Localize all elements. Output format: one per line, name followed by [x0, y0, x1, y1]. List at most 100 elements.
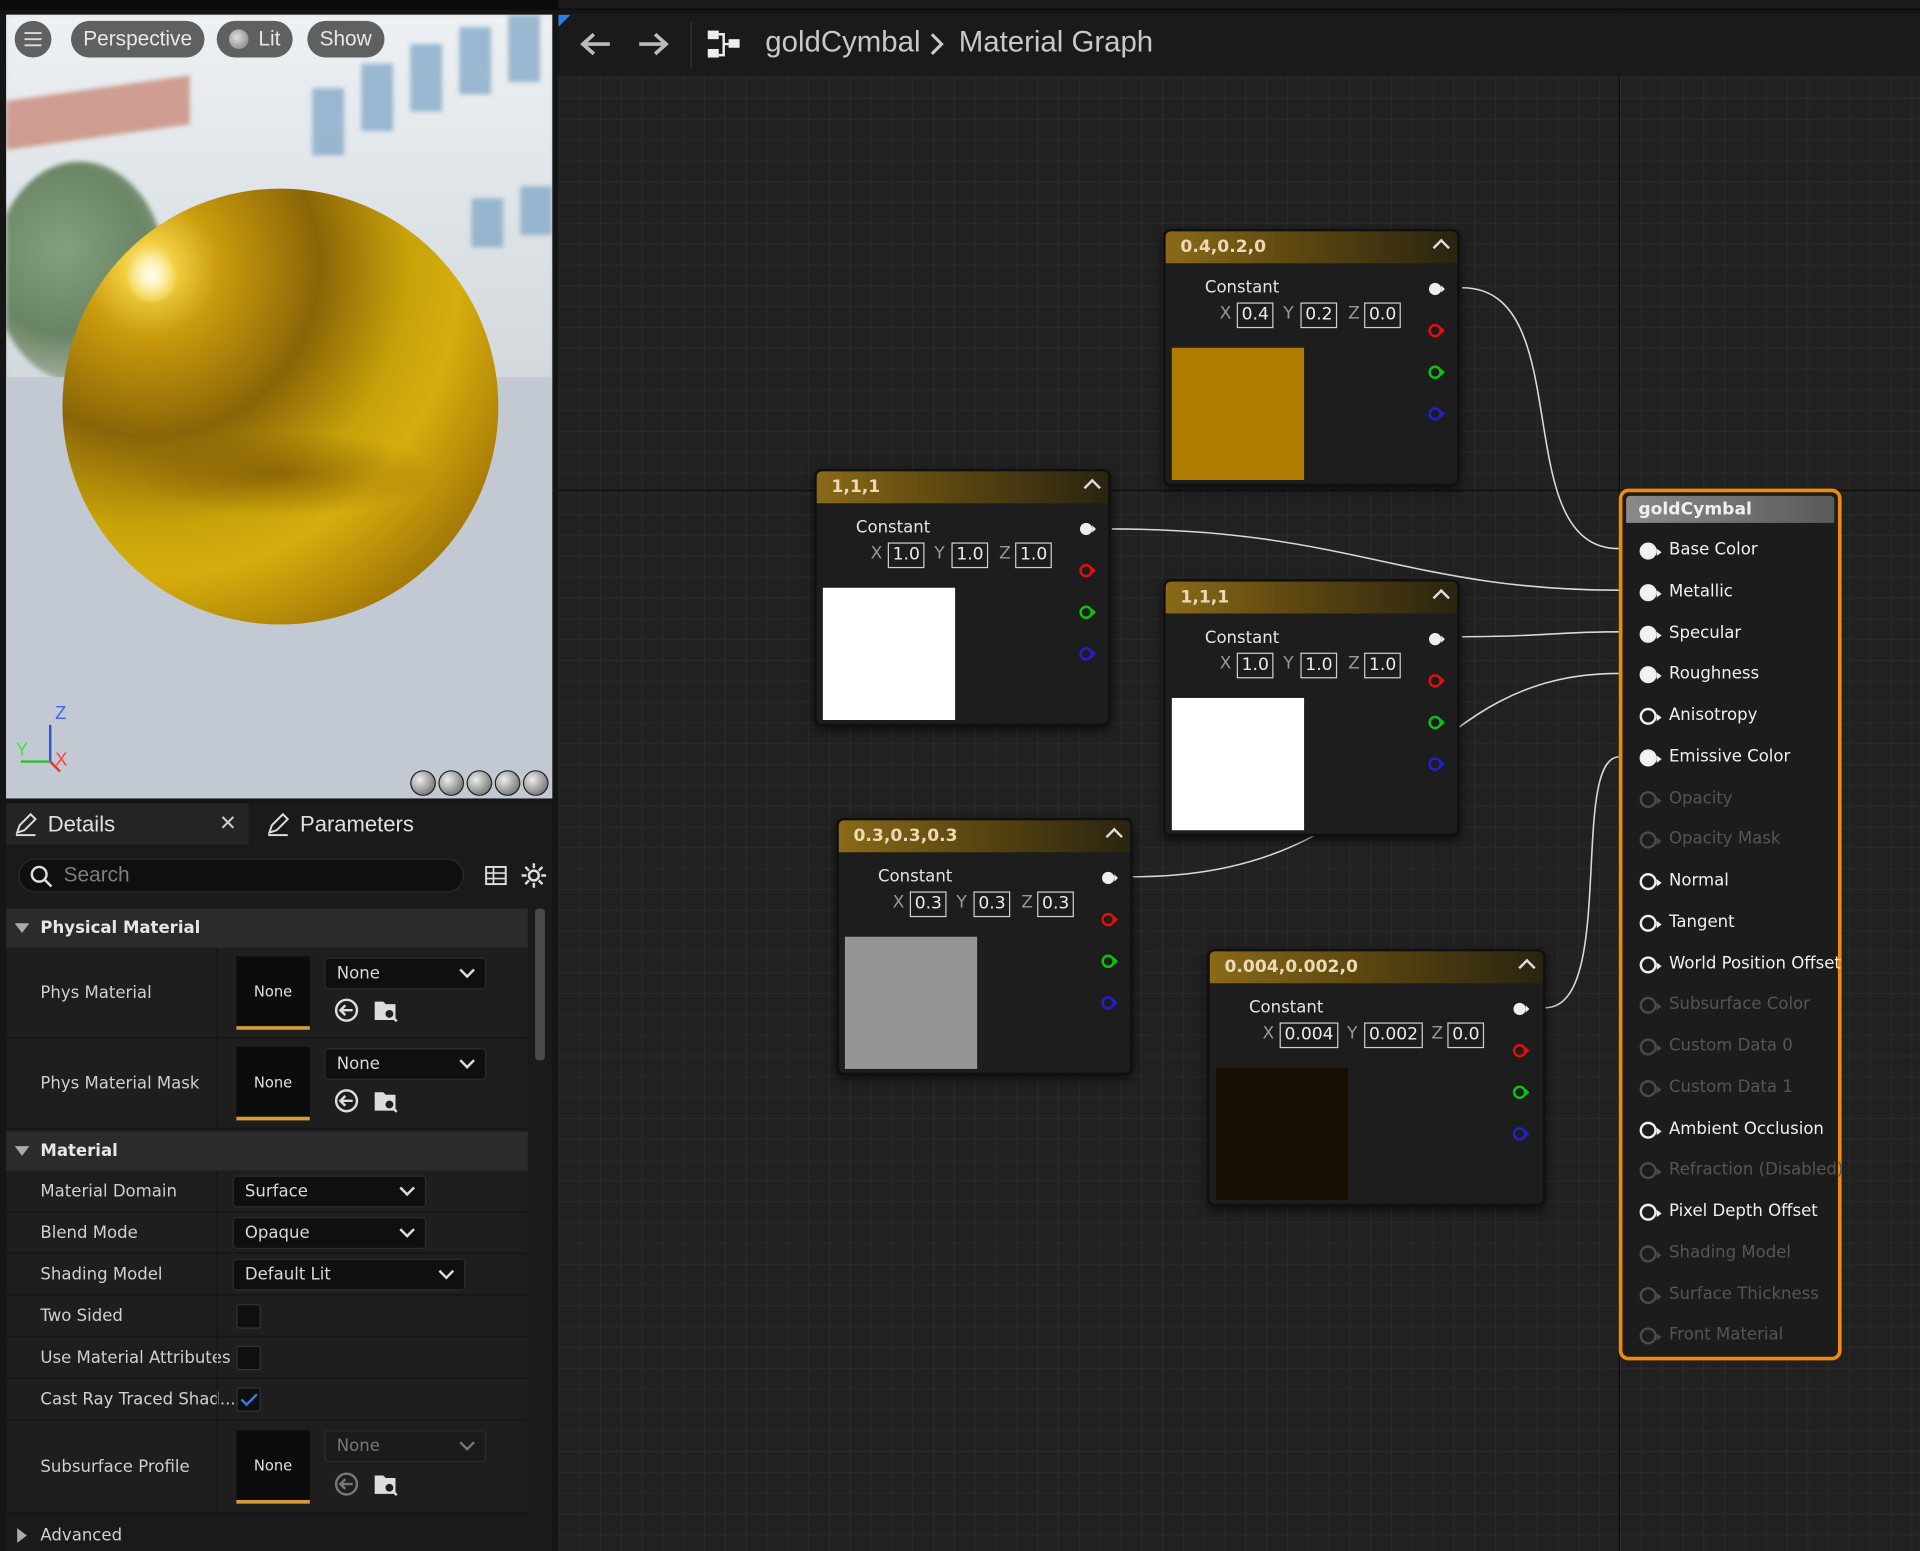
- asset-thumbnail[interactable]: None: [236, 1430, 310, 1504]
- preview-mesh-selector[interactable]: [410, 770, 552, 797]
- material-input-pin[interactable]: Metallic: [1639, 580, 1836, 604]
- constant3vector-node-base-color[interactable]: 0.4,0.2,0 Constant X 0.4 Y 0.2 Z 0.0: [1163, 228, 1460, 487]
- cylinder-preview-icon[interactable]: [410, 770, 436, 796]
- asset-thumbnail[interactable]: None: [236, 1046, 310, 1121]
- category-material[interactable]: Material: [6, 1131, 528, 1171]
- y-value-field[interactable]: 1.0: [1300, 652, 1338, 679]
- shading-model-dropdown[interactable]: Default Lit: [232, 1258, 466, 1291]
- material-input-pin[interactable]: Ambient Occlusion: [1639, 1117, 1836, 1141]
- browse-asset-icon[interactable]: [372, 1087, 399, 1114]
- lighting-mode-button[interactable]: Lit: [216, 20, 293, 58]
- material-input-pin[interactable]: Subsurface Color: [1639, 993, 1836, 1017]
- plane-preview-icon[interactable]: [466, 770, 493, 796]
- node-title[interactable]: 1,1,1: [816, 471, 1109, 504]
- material-input-pin[interactable]: Base Color: [1639, 539, 1836, 563]
- asset-picker-combo[interactable]: None: [324, 957, 487, 990]
- preview-viewport[interactable]: Perspective Lit Show Z Y X: [6, 14, 553, 799]
- node-title[interactable]: 0.004,0.002,0: [1209, 951, 1543, 984]
- category-advanced[interactable]: Advanced: [6, 1515, 528, 1551]
- output-pin-rgb[interactable]: [1101, 871, 1118, 886]
- y-value-field[interactable]: 0.2: [1300, 302, 1338, 329]
- use-material-attributes-checkbox[interactable]: [236, 1345, 261, 1371]
- output-pin-b[interactable]: [1428, 757, 1445, 772]
- input-pin-circle-icon[interactable]: [1639, 873, 1662, 891]
- material-input-pin[interactable]: Normal: [1639, 869, 1836, 893]
- node-title[interactable]: 0.3,0.3,0.3: [838, 820, 1131, 853]
- browse-asset-icon[interactable]: [372, 997, 399, 1024]
- material-input-pin[interactable]: Custom Data 0: [1639, 1035, 1836, 1059]
- viewport-menu-button[interactable]: [14, 20, 52, 58]
- output-pin-r[interactable]: [1428, 323, 1445, 338]
- z-value-field[interactable]: 1.0: [1364, 652, 1402, 679]
- constant3vector-node-specular[interactable]: 1,1,1 Constant X 1.0 Y 1.0 Z 1.0: [1163, 579, 1460, 837]
- input-pin-circle-icon[interactable]: [1639, 914, 1662, 932]
- back-arrow-icon[interactable]: [578, 29, 612, 58]
- input-pin-circle-icon[interactable]: [1639, 542, 1662, 560]
- input-pin-circle-icon[interactable]: [1639, 666, 1662, 684]
- tab-details[interactable]: Details ✕: [6, 803, 249, 845]
- material-input-pin[interactable]: Specular: [1639, 621, 1836, 645]
- y-value-field[interactable]: 0.3: [973, 891, 1011, 918]
- material-input-pin[interactable]: Opacity: [1639, 787, 1836, 811]
- view-mode-button[interactable]: Perspective: [71, 20, 205, 58]
- blend-mode-dropdown[interactable]: Opaque: [232, 1217, 427, 1249]
- x-value-field[interactable]: 1.0: [1236, 652, 1274, 679]
- output-pin-rgb[interactable]: [1428, 282, 1445, 297]
- constant3vector-node-roughness[interactable]: 0.3,0.3,0.3 Constant X 0.3 Y 0.3 Z 0.3: [836, 817, 1133, 1076]
- output-pin-b[interactable]: [1512, 1127, 1530, 1142]
- output-pin-r[interactable]: [1079, 563, 1096, 578]
- gear-icon[interactable]: [520, 862, 547, 889]
- use-selected-asset-icon[interactable]: [333, 1087, 360, 1114]
- z-value-field[interactable]: 0.0: [1364, 302, 1402, 329]
- constant3vector-node-metallic[interactable]: 1,1,1 Constant X 1.0 Y 1.0 Z 1.0: [814, 468, 1111, 727]
- input-pin-circle-icon[interactable]: [1639, 1162, 1662, 1180]
- y-value-field[interactable]: 1.0: [951, 542, 989, 569]
- output-pin-rgb[interactable]: [1428, 632, 1445, 647]
- material-input-pin[interactable]: World Position Offset: [1639, 952, 1841, 976]
- x-value-field[interactable]: 1.0: [887, 542, 925, 569]
- input-pin-circle-icon[interactable]: [1639, 1038, 1662, 1056]
- output-pin-b[interactable]: [1428, 407, 1445, 422]
- input-pin-circle-icon[interactable]: [1639, 790, 1662, 808]
- material-input-pin[interactable]: Emissive Color: [1639, 745, 1836, 769]
- details-scrollbar[interactable]: [535, 908, 545, 1061]
- input-pin-circle-icon[interactable]: [1639, 997, 1662, 1015]
- input-pin-circle-icon[interactable]: [1639, 1079, 1662, 1097]
- output-pin-b[interactable]: [1079, 647, 1096, 662]
- tab-parameters[interactable]: Parameters: [258, 803, 552, 845]
- input-pin-circle-icon[interactable]: [1639, 625, 1662, 643]
- x-value-field[interactable]: 0.004: [1279, 1022, 1339, 1049]
- y-value-field[interactable]: 0.002: [1364, 1022, 1423, 1049]
- browse-asset-icon[interactable]: [372, 1471, 399, 1498]
- output-pin-g[interactable]: [1428, 715, 1445, 730]
- x-value-field[interactable]: 0.3: [909, 891, 947, 918]
- two-sided-checkbox[interactable]: [236, 1304, 261, 1329]
- cube-preview-icon[interactable]: [494, 770, 521, 796]
- output-pin-g[interactable]: [1079, 605, 1096, 620]
- z-value-field[interactable]: 0.3: [1037, 891, 1075, 918]
- output-pin-r[interactable]: [1512, 1043, 1530, 1058]
- forward-arrow-icon[interactable]: [637, 29, 671, 58]
- show-flags-button[interactable]: Show: [307, 20, 384, 58]
- material-input-pin[interactable]: Opacity Mask: [1639, 828, 1836, 852]
- material-input-pin[interactable]: Anisotropy: [1639, 704, 1836, 728]
- material-input-pin[interactable]: Custom Data 1: [1639, 1076, 1836, 1100]
- material-input-pin[interactable]: Front Material: [1639, 1324, 1836, 1348]
- input-pin-circle-icon[interactable]: [1639, 1245, 1662, 1263]
- x-value-field[interactable]: 0.4: [1236, 302, 1274, 329]
- breadcrumb-graph[interactable]: Material Graph: [959, 26, 1153, 60]
- output-pin-r[interactable]: [1101, 912, 1118, 927]
- close-icon[interactable]: ✕: [219, 803, 236, 845]
- input-pin-circle-icon[interactable]: [1639, 749, 1662, 767]
- input-pin-circle-icon[interactable]: [1639, 583, 1662, 601]
- material-input-pin[interactable]: Tangent: [1639, 911, 1836, 935]
- material-domain-dropdown[interactable]: Surface: [232, 1175, 427, 1208]
- node-title[interactable]: 0.4,0.2,0: [1165, 231, 1458, 264]
- asset-picker-combo[interactable]: None: [324, 1048, 487, 1081]
- output-pin-g[interactable]: [1512, 1085, 1530, 1100]
- input-pin-circle-icon[interactable]: [1639, 955, 1662, 973]
- asset-thumbnail[interactable]: None: [236, 956, 310, 1030]
- input-pin-circle-icon[interactable]: [1639, 707, 1662, 725]
- custom-mesh-preview-icon[interactable]: [522, 770, 549, 796]
- breadcrumb-asset[interactable]: goldCymbal: [765, 26, 920, 60]
